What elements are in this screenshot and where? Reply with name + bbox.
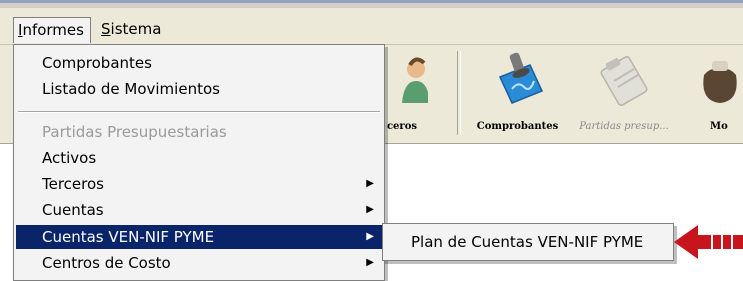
menu-item-terceros[interactable]: Terceros ▶ [16, 172, 382, 196]
window-top-strip [0, 0, 743, 8]
menu-item-label: Cuentas VEN-NIF PYME [42, 228, 215, 246]
menu-item-label: Partidas Presupuestarias [42, 123, 227, 141]
toolbar-mo-button[interactable]: Mo [690, 45, 743, 143]
menu-item-activos[interactable]: Activos [16, 146, 382, 170]
submenu-arrow-icon: ▶ [366, 257, 374, 268]
menu-item-label: Listado de Movimientos [42, 80, 220, 98]
submenu-arrow-icon: ▶ [366, 204, 374, 215]
menu-item-listado-movimientos[interactable]: Listado de Movimientos [16, 77, 382, 101]
menu-item-label: Centros de Costo [42, 254, 171, 272]
menu-item-partidas-presupuestarias: Partidas Presupuestarias [16, 120, 382, 144]
menu-item-cuentas[interactable]: Cuentas ▶ [16, 198, 382, 222]
annotation-arrow-icon [674, 225, 743, 259]
toolbar-partidas-button: Partidas presup... [570, 45, 678, 143]
toolbar-comprobantes-button[interactable]: Comprobantes [465, 45, 570, 143]
toolbar-mo-label: Mo [710, 121, 728, 132]
menu-item-label: Comprobantes [42, 54, 152, 72]
toolbar-partidas-label: Partidas presup... [579, 121, 669, 132]
menu-item-label: Terceros [42, 175, 104, 193]
menu-separator [18, 111, 380, 113]
menu-informes[interactable]: Informes [13, 17, 91, 43]
menu-item-centros-de-costo[interactable]: Centros de Costo ▶ [16, 251, 382, 275]
toolbar-separator [457, 51, 461, 135]
menu-bar: Informes Sistema [0, 8, 743, 45]
money-bag-icon [703, 61, 737, 103]
menu-informes-label: Informes [18, 21, 84, 39]
menu-item-plan-de-cuentas[interactable]: Plan de Cuentas VEN-NIF PYME [385, 228, 671, 256]
menu-item-comprobantes[interactable]: Comprobantes [16, 51, 382, 75]
menu-item-cuentas-ven-nif-pyme[interactable]: Cuentas VEN-NIF PYME ▶ [16, 225, 382, 249]
menu-item-label: Cuentas [42, 201, 104, 219]
submenu-arrow-icon: ▶ [366, 178, 374, 189]
menu-sistema[interactable]: Sistema [97, 17, 167, 43]
submenu-arrow-icon: ▶ [366, 231, 374, 242]
menu-sistema-label: Sistema [101, 20, 162, 38]
informes-dropdown-menu: Comprobantes Listado de Movimientos Part… [13, 44, 385, 281]
clipboard-icon [600, 56, 648, 106]
toolbar-comprobantes-label: Comprobantes [476, 121, 559, 132]
cuentas-ven-nif-submenu: Plan de Cuentas VEN-NIF PYME [382, 223, 674, 261]
menu-item-label: Plan de Cuentas VEN-NIF PYME [411, 233, 644, 251]
menu-item-label: Activos [42, 149, 97, 167]
stamp-document-icon [498, 52, 543, 104]
